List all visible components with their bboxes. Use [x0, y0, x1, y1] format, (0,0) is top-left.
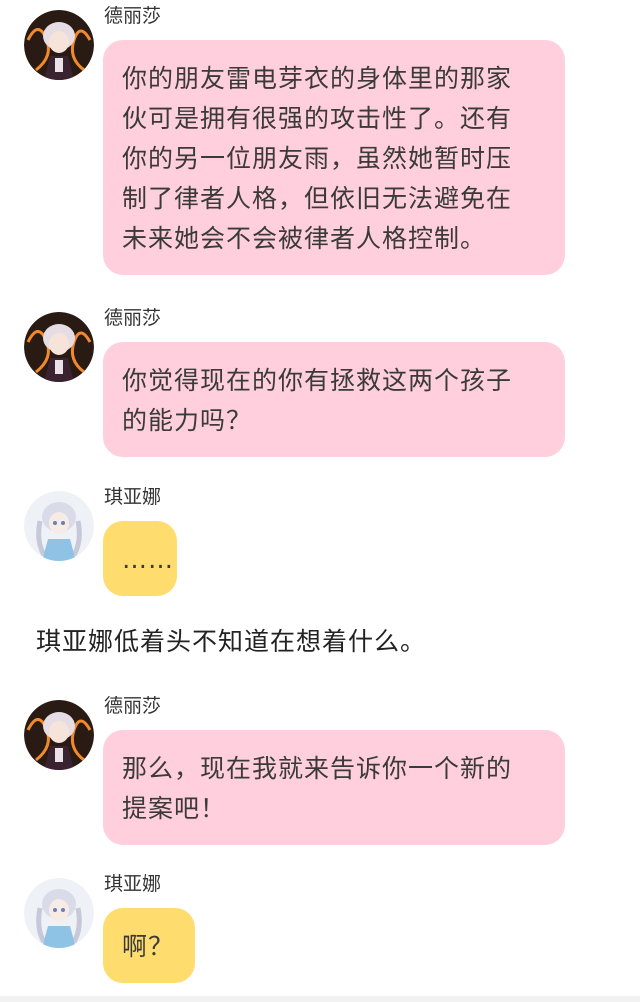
bottom-divider	[0, 996, 640, 1002]
narration-text: 琪亚娜低着头不知道在想着什么。	[36, 627, 427, 656]
kiana-avatar-icon	[24, 491, 94, 561]
avatar[interactable]	[24, 700, 94, 770]
sender-name: 德丽莎	[104, 5, 162, 27]
kiana-avatar-icon	[24, 878, 94, 948]
message-line: 啊？	[122, 932, 175, 961]
message-line: 未来她会不会被律者人格控制。	[122, 224, 487, 253]
message-line: 伙可是拥有很强的攻击性了。还有	[122, 104, 513, 133]
message-line: 制了律者人格，但依旧无法避免在	[122, 184, 513, 213]
message-line: 那么，现在我就来告诉你一个新的	[122, 754, 513, 783]
avatar[interactable]	[24, 878, 94, 948]
theresa-avatar-icon	[24, 10, 94, 80]
avatar[interactable]	[24, 10, 94, 80]
message-bubble[interactable]: 啊？	[103, 908, 195, 983]
avatar[interactable]	[24, 491, 94, 561]
message-bubble[interactable]: 你觉得现在的你有拯救这两个孩子 的能力吗？	[103, 342, 565, 457]
chat-log: 德丽莎 你的朋友雷电芽衣的身体里的那家 伙可是拥有很强的攻击性了。还有 你的另一…	[0, 0, 640, 1002]
message-line: 你觉得现在的你有拯救这两个孩子	[122, 366, 513, 395]
message-line: 提案吧！	[122, 794, 227, 823]
message-line: 你的另一位朋友雨，虽然她暂时压	[122, 144, 513, 173]
theresa-avatar-icon	[24, 700, 94, 770]
message-bubble[interactable]: 你的朋友雷电芽衣的身体里的那家 伙可是拥有很强的攻击性了。还有 你的另一位朋友雨…	[103, 40, 565, 275]
sender-name: 琪亚娜	[104, 873, 162, 895]
sender-name: 德丽莎	[104, 695, 162, 717]
sender-name: 琪亚娜	[104, 486, 162, 508]
message-line: ……	[122, 545, 174, 574]
sender-name: 德丽莎	[104, 307, 162, 329]
message-bubble[interactable]: ……	[103, 521, 177, 596]
message-bubble[interactable]: 那么，现在我就来告诉你一个新的 提案吧！	[103, 730, 565, 845]
message-line: 的能力吗？	[122, 406, 253, 435]
message-line: 你的朋友雷电芽衣的身体里的那家	[122, 64, 513, 93]
theresa-avatar-icon	[24, 312, 94, 382]
avatar[interactable]	[24, 312, 94, 382]
